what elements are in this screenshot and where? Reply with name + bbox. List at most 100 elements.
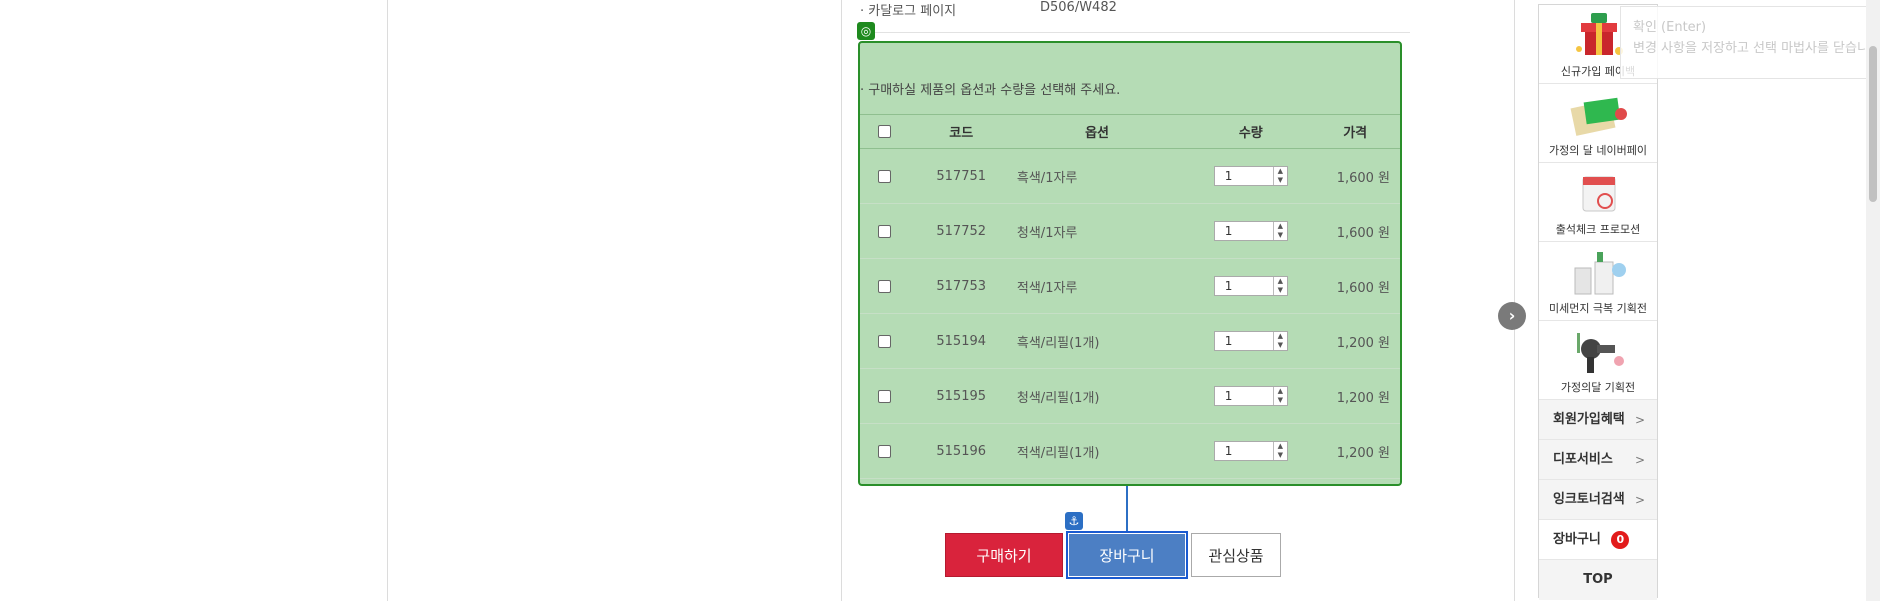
chevron-right-icon[interactable]: › <box>1498 302 1526 330</box>
page-scrollbar[interactable] <box>1866 0 1880 601</box>
quantity-value[interactable]: 1 <box>1215 167 1273 185</box>
chevron-right-icon: > <box>1634 413 1645 427</box>
header-price: 가격 <box>1320 114 1400 149</box>
stepper-arrows-icon[interactable]: ▲ ▼ <box>1272 442 1287 460</box>
catalog-page-value: D506/W482 <box>1040 0 1117 15</box>
promo-attendance[interactable]: 출석체크 프로모션 <box>1539 163 1657 242</box>
anchor-icon[interactable]: ⚓ <box>1065 512 1083 530</box>
row-checkbox[interactable] <box>878 389 892 403</box>
row-price: 1,200 원 <box>1320 423 1400 479</box>
header-code: 코드 <box>909 114 1013 149</box>
sidebar-item-label: 장바구니 <box>1553 532 1601 547</box>
sidebar-item-label: 디포서비스 <box>1553 452 1613 467</box>
select-all-cell <box>860 114 910 149</box>
row-code: 517753 <box>909 258 1013 314</box>
row-checkbox[interactable] <box>878 444 892 458</box>
stepper-arrows-icon[interactable]: ▲ ▼ <box>1272 167 1287 185</box>
sidebar-item-ink-toner[interactable]: 잉크토너검색 > <box>1539 480 1657 520</box>
confirm-tooltip: 확인 (Enter) 변경 사항을 저장하고 선택 마법사를 닫습니다 <box>1620 6 1880 79</box>
row-option: 적색/리필(1개) <box>1012 423 1182 479</box>
wishlist-button[interactable]: 관심상품 <box>1191 533 1281 577</box>
row-checkbox[interactable] <box>878 334 892 348</box>
row-code: 515194 <box>909 313 1013 369</box>
hair-dryer-icon <box>1577 333 1624 373</box>
quantity-stepper[interactable]: 1 ▲ ▼ <box>1213 221 1288 241</box>
center-content-border-left <box>841 0 842 601</box>
quantity-stepper[interactable]: 1 ▲ ▼ <box>1213 386 1288 406</box>
row-option: 적색/1자루 <box>1012 258 1182 314</box>
chevron-right-icon: > <box>1634 453 1645 467</box>
row-checkbox[interactable] <box>878 279 892 293</box>
row-code: 517752 <box>909 203 1013 259</box>
left-content-border <box>387 0 388 601</box>
quantity-value[interactable]: 1 <box>1215 387 1273 405</box>
row-option: 흑색/리필(1개) <box>1012 313 1182 369</box>
select-all-checkbox[interactable] <box>878 125 892 138</box>
target-icon[interactable]: ◎ <box>857 22 875 40</box>
sidebar-item-label: 회원가입혜택 <box>1553 412 1625 427</box>
buy-button[interactable]: 구매하기 <box>945 533 1063 577</box>
stepper-arrows-icon[interactable]: ▲ ▼ <box>1272 387 1287 405</box>
promo-naverpay[interactable]: 가정의 달 네이버페이 <box>1539 84 1657 163</box>
table-row: 517752 청색/1자루 1 ▲ ▼ 1,600 원 <box>860 203 1400 259</box>
sidebar-item-depo-service[interactable]: 디포서비스 > <box>1539 440 1657 480</box>
header-option: 옵션 <box>1012 114 1182 149</box>
promo-caption: 미세먼지 극복 기획전 <box>1548 302 1648 315</box>
catalog-page-row: · 카달로그 페이지 D506/W482 <box>857 0 1410 33</box>
naverpay-envelope-icon <box>1570 97 1627 136</box>
air-purifier-icon <box>1574 252 1626 295</box>
quantity-stepper[interactable]: 1 ▲ ▼ <box>1213 276 1288 296</box>
table-row: 517753 적색/1자루 1 ▲ ▼ 1,600 원 <box>860 258 1400 314</box>
row-price: 1,600 원 <box>1320 203 1400 259</box>
quantity-value[interactable]: 1 <box>1215 222 1273 240</box>
quantity-value[interactable]: 1 <box>1215 277 1273 295</box>
sidebar-item-cart[interactable]: 장바구니 0 <box>1539 520 1657 560</box>
promo-family-month[interactable]: 가정의달 기획전 <box>1539 321 1657 400</box>
row-checkbox[interactable] <box>878 169 892 183</box>
stepper-arrows-icon[interactable]: ▲ ▼ <box>1272 222 1287 240</box>
row-option: 청색/리필(1개) <box>1012 368 1182 424</box>
option-table-header: 코드 옵션 수량 가격 <box>860 114 1400 149</box>
calendar-check-icon <box>1582 176 1616 212</box>
stepper-arrows-icon[interactable]: ▲ ▼ <box>1272 332 1287 350</box>
quantity-stepper[interactable]: 1 ▲ ▼ <box>1213 166 1288 186</box>
center-content-border-right <box>1514 0 1515 601</box>
option-table: 코드 옵션 수량 가격 517751 흑색/1자루 1 ▲ ▼ 1,600 원 51… <box>860 114 1400 479</box>
sidebar-item-member-benefit[interactable]: 회원가입혜택 > <box>1539 400 1657 440</box>
quantity-stepper[interactable]: 1 ▲ ▼ <box>1213 441 1288 461</box>
catalog-page-label: · 카달로그 페이지 <box>860 4 957 19</box>
header-qty: 수량 <box>1181 114 1321 149</box>
table-row: 515195 청색/리필(1개) 1 ▲ ▼ 1,200 원 <box>860 368 1400 424</box>
promo-caption: 출석체크 프로모션 <box>1555 223 1641 236</box>
row-code: 517751 <box>909 148 1013 204</box>
stepper-arrows-icon[interactable]: ▲ ▼ <box>1272 277 1287 295</box>
promo-caption: 가정의 달 네이버페이 <box>1548 144 1648 157</box>
tooltip-title: 확인 (Enter) <box>1633 20 1707 35</box>
tooltip-message: 변경 사항을 저장하고 선택 마법사를 닫습니다 <box>1633 41 1880 56</box>
scroll-top-button[interactable]: TOP <box>1539 560 1657 600</box>
sidebar-item-label: 잉크토너검색 <box>1553 492 1625 507</box>
row-price: 1,200 원 <box>1320 313 1400 369</box>
quantity-value[interactable]: 1 <box>1215 442 1273 460</box>
promo-caption: 가정의달 기획전 <box>1560 381 1636 394</box>
quick-sidebar: 신규가입 페이백 가정의 달 네이버페이 출석체크 프로모션 미세먼지 극복 기… <box>1538 4 1658 600</box>
promo-fine-dust[interactable]: 미세먼지 극복 기획전 <box>1539 242 1657 321</box>
cart-count-badge: 0 <box>1611 530 1630 549</box>
connector-line <box>1126 486 1128 532</box>
row-option: 흑색/1자루 <box>1012 148 1182 204</box>
quantity-stepper[interactable]: 1 ▲ ▼ <box>1213 331 1288 351</box>
chevron-right-icon: > <box>1634 493 1645 507</box>
option-notice: · 구매하실 제품의 옵션과 수량을 선택해 주세요. <box>860 83 1121 98</box>
row-checkbox[interactable] <box>878 224 892 238</box>
row-code: 515196 <box>909 423 1013 479</box>
scrollbar-thumb[interactable] <box>1869 46 1877 202</box>
row-price: 1,200 원 <box>1320 368 1400 424</box>
add-to-cart-button[interactable]: 장바구니 <box>1066 531 1188 579</box>
row-option: 청색/1자루 <box>1012 203 1182 259</box>
row-price: 1,600 원 <box>1320 258 1400 314</box>
row-code: 515195 <box>909 368 1013 424</box>
table-row: 517751 흑색/1자루 1 ▲ ▼ 1,600 원 <box>860 148 1400 204</box>
option-selection-panel: · 구매하실 제품의 옵션과 수량을 선택해 주세요. 코드 옵션 수량 가격 … <box>858 41 1402 486</box>
table-row: 515196 적색/리필(1개) 1 ▲ ▼ 1,200 원 <box>860 423 1400 479</box>
quantity-value[interactable]: 1 <box>1215 332 1273 350</box>
